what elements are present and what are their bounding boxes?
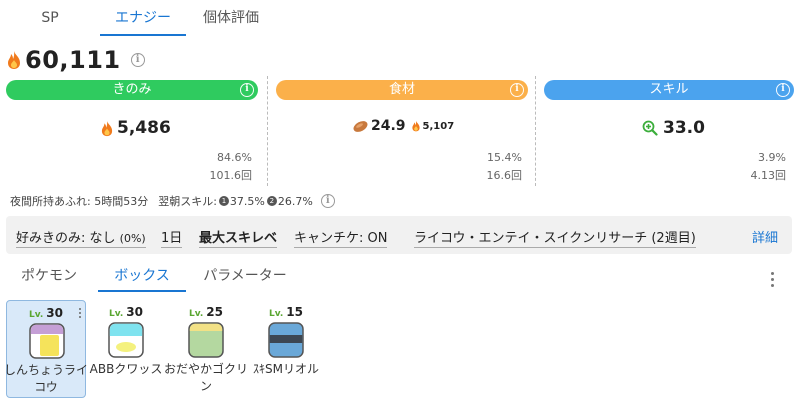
info-icon[interactable]: i: [510, 83, 524, 97]
night-summary: 夜間所持あふれ: 5時間53分 翌朝スキル: 1 37.5% 2 26.7% i: [10, 193, 335, 209]
event-select[interactable]: ライコウ・エンテイ・スイクンリサーチ (2週目): [414, 227, 696, 248]
box-card[interactable]: Lv. 30 しんちょうライコウ: [3, 300, 88, 398]
tab-parameter[interactable]: パラメーター: [186, 264, 304, 292]
total-energy: 60,111 i: [6, 46, 145, 74]
info-icon[interactable]: i: [320, 194, 335, 208]
favorite-berry-select[interactable]: 好みきのみ: なし (0%): [16, 227, 146, 248]
box-card[interactable]: Lv. 25 おだやかゴクリン: [164, 300, 248, 398]
pokemon-icon: [268, 322, 304, 358]
card-menu-icon[interactable]: [79, 308, 82, 320]
ingredient-count: 16.6回: [486, 169, 523, 182]
pokemon-icon: [108, 322, 144, 358]
skill-two-icon: 2: [266, 196, 277, 206]
pokemon-name: ｽｷSMリオル: [253, 362, 319, 376]
skill-label: スキル: [649, 82, 689, 97]
bean-icon: [353, 120, 368, 132]
favorite-berry-pct: (0%): [119, 232, 146, 245]
berry-energy-value: 5,486: [117, 118, 171, 138]
skill-percent: 3.9%: [758, 151, 786, 164]
column-divider: [267, 76, 268, 186]
berry-count: 101.6回: [209, 169, 253, 182]
settings-bar: 好みきのみ: なし (0%) 1日 最大スキレベ キャンチケ: ON ライコウ・…: [6, 216, 792, 254]
top-tabs: SP エナジー 個体評価: [0, 0, 276, 36]
info-icon[interactable]: i: [240, 83, 254, 97]
skill-count: 4.13回: [750, 169, 787, 182]
berry-label: きのみ: [112, 82, 152, 97]
tab-box[interactable]: ボックス: [98, 264, 186, 292]
flame-icon: [8, 51, 20, 69]
skill-value: 33.0: [642, 118, 705, 138]
berry-pill: きのみ i: [6, 80, 258, 100]
flame-icon: [411, 120, 420, 132]
tab-evaluation[interactable]: 個体評価: [186, 0, 276, 36]
skill-level-select[interactable]: 最大スキレベ: [199, 227, 278, 248]
ingredient-percent: 15.4%: [487, 151, 522, 164]
berry-column: きのみ i 5,486 84.6% 101.6回: [6, 80, 258, 182]
berry-percent: 84.6%: [217, 151, 252, 164]
info-icon[interactable]: i: [776, 83, 790, 97]
level-prefix: Lv.: [109, 309, 124, 319]
next-skill-two-pct: 26.7%: [277, 194, 313, 208]
level-prefix: Lv.: [29, 310, 44, 320]
skill-count-value: 33.0: [663, 118, 705, 138]
skill-column: スキル i 33.0 3.9% 4.13回: [544, 80, 794, 182]
level-value: 15: [286, 305, 303, 319]
favorite-berry-text: 好みきのみ: なし: [16, 231, 116, 246]
skill-one-icon: 1: [218, 196, 229, 206]
level-value: 30: [46, 306, 63, 320]
pokemon-icon: [29, 323, 65, 359]
period-select[interactable]: 1日: [161, 227, 183, 248]
info-icon[interactable]: i: [130, 53, 145, 67]
magnifier-plus-icon: [642, 120, 658, 136]
box-card[interactable]: Lv. 15 ｽｷSMリオル: [246, 300, 326, 398]
box-card[interactable]: Lv. 30 ABBクワッス: [86, 300, 166, 398]
more-menu-icon[interactable]: [770, 272, 776, 290]
detail-link[interactable]: 詳細: [752, 227, 778, 246]
next-skill-one-pct: 37.5%: [229, 194, 265, 208]
pokemon-icon: [188, 322, 224, 358]
tab-sp[interactable]: SP: [0, 0, 100, 36]
pokemon-name: おだやかゴクリン: [163, 362, 248, 393]
skill-pill: スキル i: [544, 80, 794, 100]
night-overflow: 夜間所持あふれ: 5時間53分: [10, 195, 149, 208]
pokemon-name: ABBクワッス: [89, 362, 163, 376]
next-skill-label: 翌朝スキル:: [158, 195, 217, 208]
total-energy-value: 60,111: [25, 46, 121, 74]
ingredient-column: 食材 i 24.9 5,107 15.4% 16.6回: [276, 80, 528, 182]
flame-icon: [101, 120, 113, 136]
pokemon-name: しんちょうライコウ: [3, 363, 88, 394]
column-divider: [535, 76, 536, 186]
ingredient-count-value: 24.9: [371, 118, 406, 134]
ingredient-label: 食材: [388, 82, 415, 97]
level-prefix: Lv.: [189, 309, 204, 319]
ingredient-energy-value: 5,107: [422, 120, 455, 132]
ingredient-pill: 食材 i: [276, 80, 528, 100]
tab-pokemon[interactable]: ポケモン: [0, 264, 98, 292]
box-tabs: ポケモン ボックス パラメーター: [0, 264, 304, 292]
level-prefix: Lv.: [269, 309, 284, 319]
candy-ticket-select[interactable]: キャンチケ: ON: [294, 227, 388, 248]
level-value: 25: [206, 305, 223, 319]
berry-energy: 5,486: [100, 118, 171, 138]
ingredient-energy: 24.9 5,107: [352, 118, 454, 134]
tab-energy[interactable]: エナジー: [100, 0, 186, 36]
level-value: 30: [126, 305, 143, 319]
